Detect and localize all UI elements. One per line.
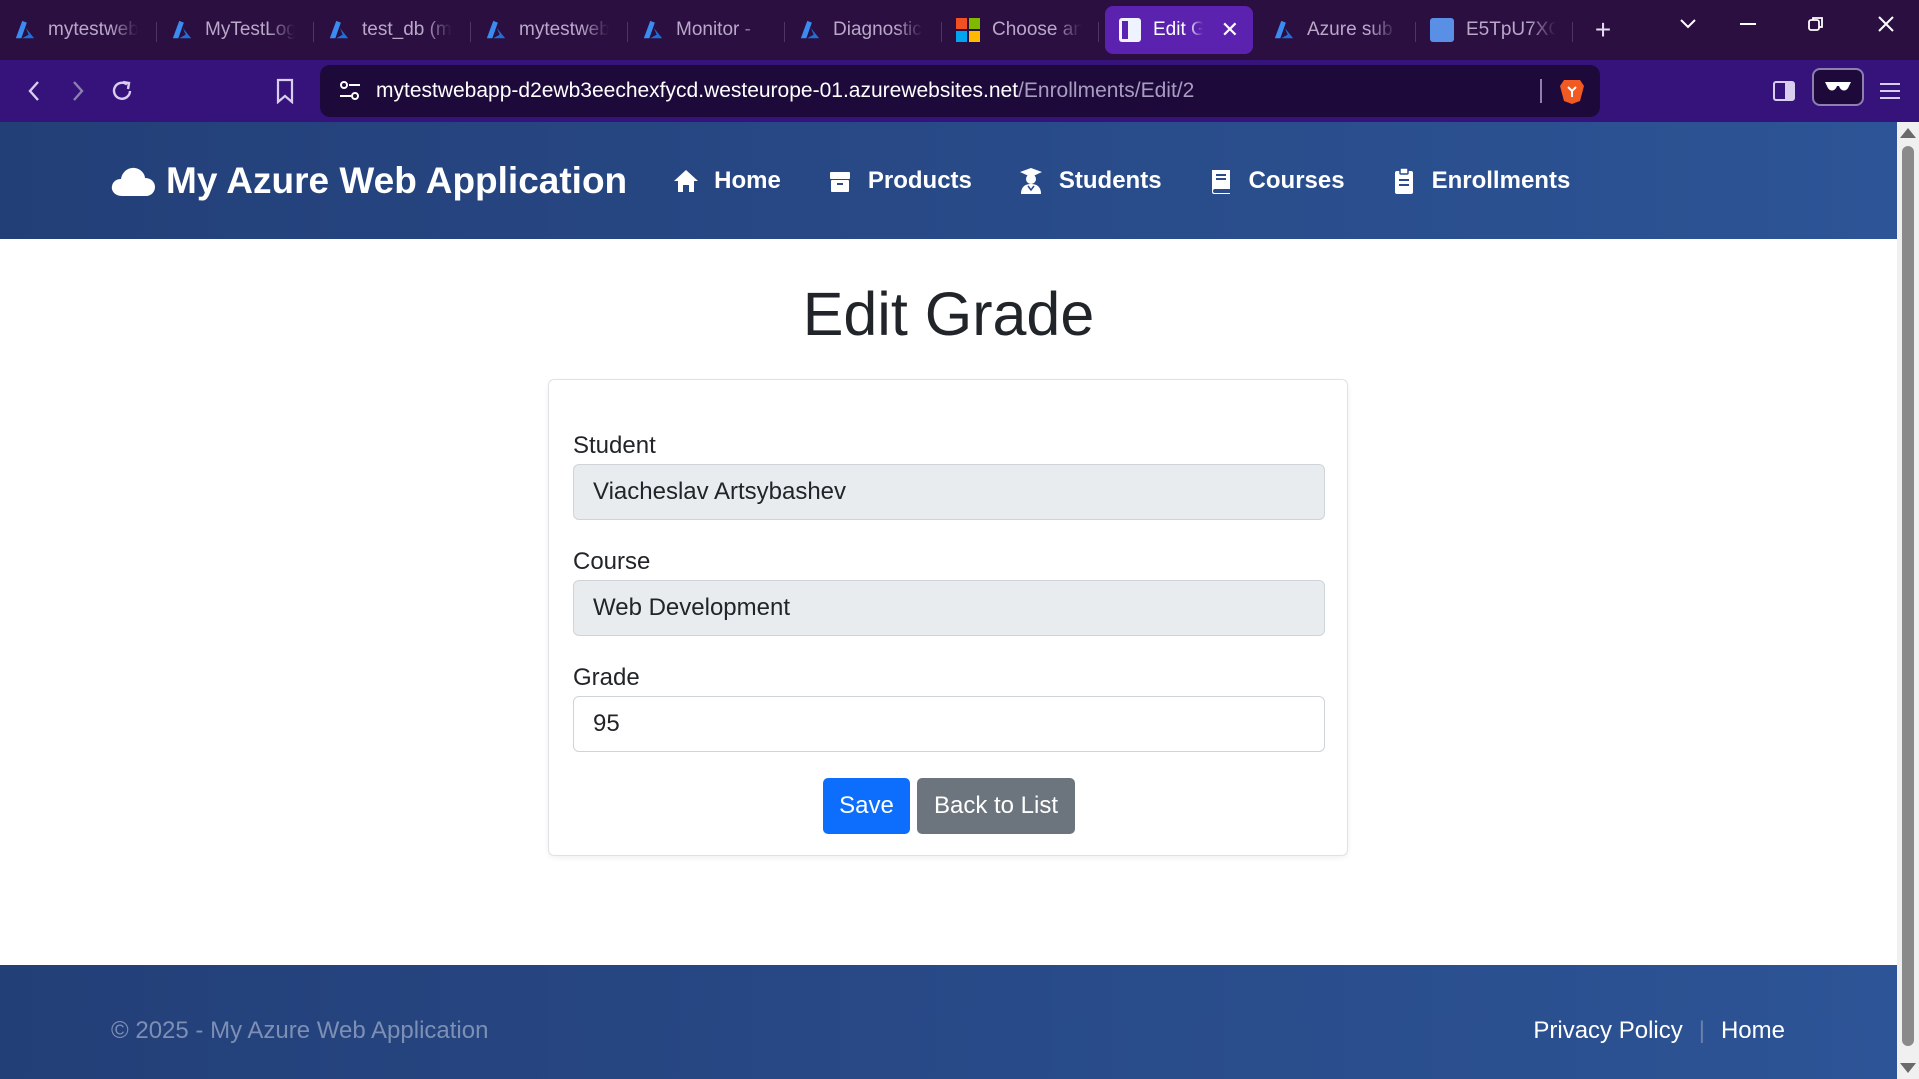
nav-label: Enrollments [1431, 166, 1571, 194]
site-footer: © 2025 - My Azure Web Application Privac… [0, 965, 1897, 1079]
vertical-scrollbar[interactable] [1897, 122, 1919, 1079]
browser-tab[interactable]: Monitor - [628, 6, 785, 54]
tab-label: Azure sub [1307, 19, 1393, 40]
edit-grade-card: Student Viacheslav Artsybashev Course We… [548, 379, 1348, 856]
nav-students[interactable]: Students [1017, 167, 1162, 195]
close-tab-icon[interactable]: ✕ [1221, 17, 1239, 43]
web-page: My Azure Web Application Home Products S… [0, 122, 1897, 1079]
browser-tab[interactable]: test_db (m [314, 6, 471, 54]
page-title: Edit Grade [802, 280, 1095, 348]
browser-tab[interactable]: mytestwebapp [471, 6, 628, 54]
azure-icon [643, 20, 663, 39]
copyright-text: © 2025 - My Azure Web Application [111, 1017, 489, 1044]
azure-icon [15, 20, 35, 39]
footer-home-link[interactable]: Home [1721, 1017, 1785, 1045]
browser-tab[interactable]: Diagnostic [785, 6, 942, 54]
student-label: Student [573, 432, 656, 459]
image-icon [1430, 18, 1454, 42]
url-path: /Enrollments/Edit/2 [1018, 79, 1195, 102]
forward-icon[interactable] [58, 71, 98, 111]
tab-label: mytestwebapp [519, 19, 609, 40]
bookmark-icon[interactable] [265, 71, 305, 111]
new-tab-button[interactable]: + [1573, 14, 1633, 46]
cloud-icon [111, 167, 155, 196]
tab-label: Edit G [1153, 19, 1203, 40]
microsoft-icon [956, 18, 980, 42]
privacy-policy-link[interactable]: Privacy Policy [1533, 1017, 1682, 1045]
nav-label: Courses [1248, 166, 1345, 194]
scroll-down-arrow-icon[interactable] [1900, 1063, 1916, 1073]
site-brand[interactable]: My Azure Web Application [110, 160, 627, 202]
nav-label: Students [1058, 166, 1162, 194]
graduate-icon [1019, 167, 1042, 194]
nav-label: Home [714, 166, 781, 194]
save-button[interactable]: Save [823, 778, 910, 834]
azure-icon [329, 20, 349, 39]
student-field: Viacheslav Artsybashev [573, 464, 1325, 520]
grade-input[interactable]: 95 [573, 696, 1325, 752]
back-to-list-button[interactable]: Back to List [917, 778, 1075, 834]
nav-products[interactable]: Products [826, 167, 972, 195]
clipboard-icon [1394, 166, 1413, 194]
document-icon [1119, 18, 1141, 42]
home-icon [674, 169, 699, 192]
site-navbar: My Azure Web Application Home Products S… [0, 122, 1897, 239]
azure-icon [486, 20, 506, 39]
tab-list-chevron-icon[interactable] [1660, 0, 1716, 48]
main-content: Edit Grade Student Viacheslav Artsybashe… [0, 239, 1897, 964]
sidebar-toggle-icon[interactable] [1764, 71, 1804, 111]
reader-mode-icon[interactable] [1812, 68, 1864, 106]
nav-label: Products [867, 166, 972, 194]
tab-label: Monitor - [676, 19, 751, 40]
tab-label: Choose an [992, 19, 1082, 40]
address-bar[interactable]: mytestwebapp-d2ewb3eechexfycd.westeurope… [320, 65, 1600, 117]
scrollbar-thumb[interactable] [1902, 146, 1914, 1046]
browser-tab[interactable]: Azure sub [1259, 6, 1416, 54]
menu-icon[interactable] [1870, 71, 1910, 111]
nav-enrollments[interactable]: Enrollments [1390, 166, 1571, 195]
browser-tab[interactable]: E5TpU7XC [1416, 6, 1573, 54]
url-host: mytestwebapp-d2ewb3eechexfycd.westeurope… [376, 79, 1019, 102]
browser-toolbar: mytestwebapp-d2ewb3eechexfycd.westeurope… [0, 60, 1919, 122]
tab-label: test_db (m [362, 19, 452, 40]
nav-courses[interactable]: Courses [1207, 167, 1345, 195]
reload-icon[interactable] [102, 71, 142, 111]
tab-label: Diagnostic [833, 19, 922, 40]
footer-separator: | [1698, 1017, 1705, 1044]
azure-icon [1274, 20, 1294, 39]
course-field: Web Development [573, 580, 1325, 636]
address-divider [1540, 79, 1542, 103]
browser-tab-active[interactable]: Edit G ✕ [1105, 6, 1253, 54]
tab-label: mytestwebapp [48, 19, 138, 40]
brand-text: My Azure Web Application [166, 159, 628, 201]
browser-tab-strip: mytestwebapp MyTestLogs test_db (m mytes… [0, 0, 1919, 60]
footer-links: Privacy Policy | Home [1533, 1017, 1785, 1045]
book-icon [1211, 169, 1230, 194]
nav-home[interactable]: Home [672, 167, 781, 195]
restore-icon[interactable] [1788, 0, 1844, 48]
tab-label: MyTestLogs [205, 19, 295, 40]
box-icon [829, 171, 850, 192]
brave-shield-icon[interactable] [1558, 77, 1586, 105]
site-settings-icon[interactable] [338, 80, 362, 102]
scroll-up-arrow-icon[interactable] [1900, 128, 1916, 138]
minimize-icon[interactable] [1720, 0, 1776, 48]
course-label: Course [573, 548, 651, 575]
azure-icon [172, 20, 192, 39]
browser-tab[interactable]: mytestwebapp [0, 6, 157, 54]
browser-tab[interactable]: Choose an [942, 6, 1099, 54]
grade-label: Grade [573, 664, 640, 691]
back-icon[interactable] [14, 71, 54, 111]
tab-label: E5TpU7XC [1466, 19, 1556, 40]
browser-tab[interactable]: MyTestLogs [157, 6, 314, 54]
close-window-icon[interactable] [1858, 0, 1914, 48]
azure-icon [800, 20, 820, 39]
